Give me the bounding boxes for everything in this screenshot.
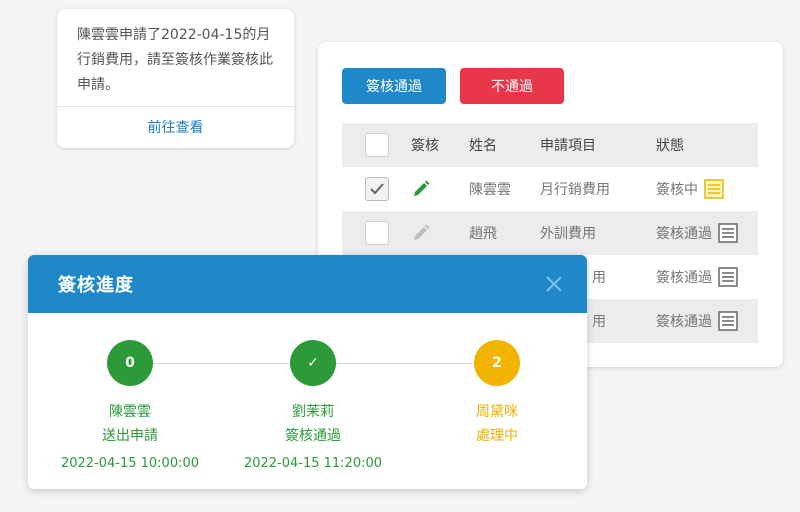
- list-doc-icon[interactable]: [718, 311, 738, 331]
- progress-steps: 0 陳雲雲 送出申請 2022-04-15 10:00:00 ✓ 劉茉莉 簽核通…: [28, 313, 587, 489]
- column-header-status: 狀態: [656, 138, 684, 154]
- step-badge: 2: [474, 340, 520, 386]
- notification-message: 陳雲雲申請了2022-04-15的月行銷費用，請至簽核作業簽核此申請。: [77, 27, 273, 93]
- approve-button[interactable]: 簽核通過: [342, 68, 446, 104]
- dialog-title: 簽核進度: [58, 275, 134, 296]
- step-badge: 0: [107, 340, 153, 386]
- step-time: 2022-04-15 11:20:00: [243, 456, 383, 471]
- row-item: 用: [592, 314, 606, 330]
- edit-icon[interactable]: [411, 179, 431, 199]
- table-row: 陳雲雲 月行銷費用 簽核中: [342, 167, 758, 211]
- close-icon[interactable]: [543, 273, 565, 295]
- step-badge: ✓: [290, 340, 336, 386]
- list-doc-icon[interactable]: [718, 267, 738, 287]
- step-2: ✓ 劉茉莉 簽核通過 2022-04-15 11:20:00: [223, 340, 403, 471]
- table-row: 趙飛 外訓費用 簽核通過: [342, 211, 758, 255]
- step-person: 陳雲雲: [109, 404, 151, 420]
- step-action: 送出申請: [102, 428, 158, 444]
- column-header-name: 姓名: [469, 138, 497, 154]
- edit-icon: [411, 223, 431, 243]
- row-status: 簽核通過: [656, 270, 712, 286]
- step-person: 劉茉莉: [292, 404, 334, 420]
- step-person: 周黛咪: [476, 404, 518, 420]
- column-header-item: 申請項目: [540, 138, 596, 154]
- checkmark-icon: [370, 183, 384, 195]
- divider: [57, 106, 294, 107]
- row-status: 簽核通過: [656, 226, 712, 242]
- view-link[interactable]: 前往查看: [57, 117, 294, 137]
- step-1: 0 陳雲雲 送出申請 2022-04-15 10:00:00: [40, 340, 220, 471]
- step-3: 2 周黛咪 處理中: [407, 340, 587, 448]
- row-status: 簽核通過: [656, 314, 712, 330]
- step-time: 2022-04-15 10:00:00: [60, 456, 200, 471]
- row-item: 用: [592, 270, 606, 286]
- list-doc-icon[interactable]: [704, 179, 724, 199]
- notification-card: 陳雲雲申請了2022-04-15的月行銷費用，請至簽核作業簽核此申請。 前往查看: [57, 9, 294, 148]
- row-name: 陳雲雲: [469, 182, 511, 198]
- row-item: 月行銷費用: [540, 182, 610, 198]
- step-action: 處理中: [476, 428, 518, 444]
- list-doc-icon[interactable]: [718, 223, 738, 243]
- reject-button[interactable]: 不通過: [460, 68, 564, 104]
- row-status: 簽核中: [656, 182, 698, 198]
- dialog-header: 簽核進度: [28, 255, 587, 313]
- row-checkbox[interactable]: [365, 177, 389, 201]
- row-item: 外訓費用: [540, 226, 596, 242]
- progress-dialog: 簽核進度 0 陳雲雲 送出申請 2022-04-15 10:00:00 ✓ 劉茉…: [28, 255, 587, 489]
- select-all-checkbox[interactable]: [365, 133, 389, 157]
- table-header: 簽核 姓名 申請項目 狀態: [342, 123, 758, 167]
- step-action: 簽核通過: [285, 428, 341, 444]
- row-checkbox[interactable]: [365, 221, 389, 245]
- column-header-review: 簽核: [411, 138, 439, 154]
- row-name: 趙飛: [469, 226, 497, 242]
